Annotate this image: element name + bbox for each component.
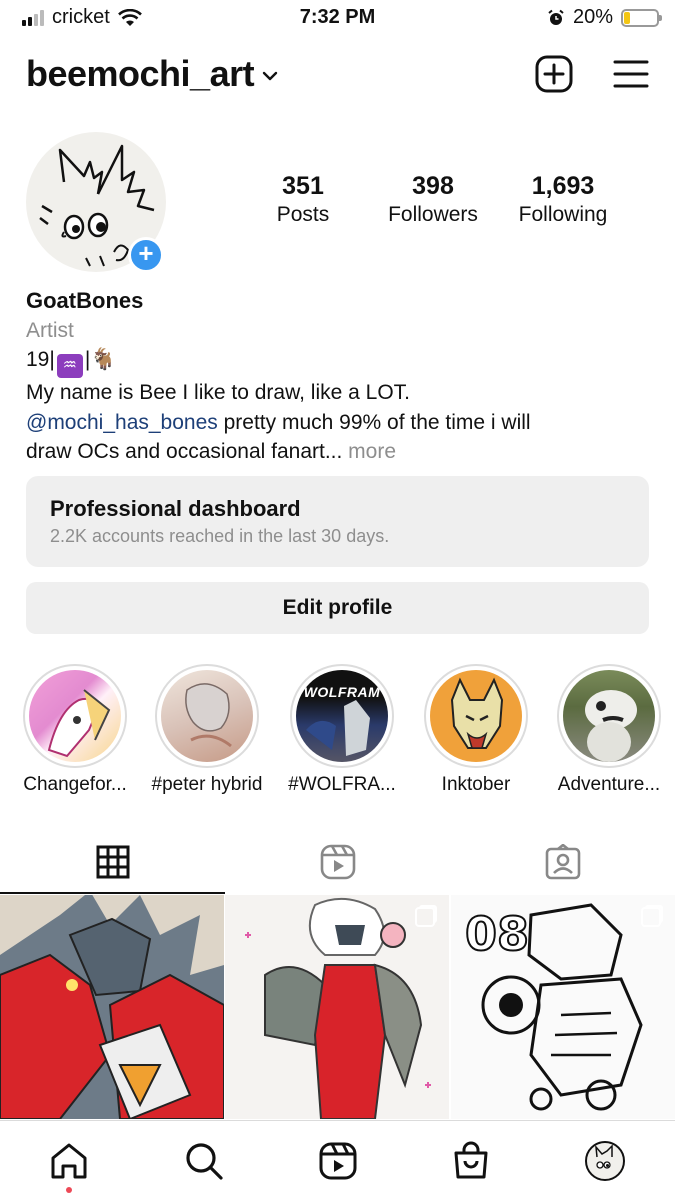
highlight-art: [450, 677, 504, 749]
nav-search[interactable]: [182, 1139, 226, 1183]
profile-stats: 351 Posts 398 Followers 1,693 Following: [240, 172, 640, 227]
highlight-item[interactable]: Changefor...: [8, 664, 142, 796]
reels-icon: [319, 1142, 357, 1180]
post-thumbnail[interactable]: [0, 895, 224, 1119]
post-text: 08: [464, 906, 530, 962]
battery-percent: 20%: [572, 6, 613, 28]
stat-value: 398: [412, 172, 454, 200]
stat-label: Posts: [276, 203, 330, 226]
dashboard-subtitle: 2.2K accounts reached in the last 30 day…: [50, 526, 390, 546]
menu-icon[interactable]: [613, 59, 649, 89]
multiple-photos-icon: [641, 907, 661, 927]
bio-age: 19|: [26, 348, 55, 371]
profile-bio: GoatBones Artist 19| ♒ |🐐 My name is Bee I…: [26, 286, 656, 467]
post-art: [0, 895, 224, 1119]
highlight-art: [306, 700, 370, 756]
tagged-icon: [545, 844, 580, 880]
highlight-item[interactable]: Adventure...: [542, 664, 675, 796]
profile-content-tabs: [0, 830, 675, 894]
highlight-art: [47, 689, 111, 758]
highlight-cover: [29, 670, 121, 762]
stat-followers[interactable]: 398 Followers: [366, 172, 500, 227]
home-icon: [51, 1143, 87, 1179]
display-name: GoatBones: [26, 288, 144, 313]
battery-level: [624, 11, 631, 24]
nav-profile[interactable]: [583, 1139, 627, 1183]
status-right: 20%: [547, 6, 662, 29]
tab-reels[interactable]: [225, 830, 450, 894]
bio-mention-link[interactable]: @mochi_has_bones: [26, 411, 218, 434]
nav-home[interactable]: [47, 1139, 91, 1183]
multiple-photos-icon: [415, 907, 435, 927]
stat-posts[interactable]: 351 Posts: [240, 172, 366, 227]
highlight-art: [585, 690, 637, 762]
bio-line: 19| ♒ |🐐: [26, 345, 656, 378]
bio-text: draw OCs and occasional fanart...: [26, 440, 343, 463]
reels-icon: [320, 844, 355, 880]
status-bar: cricket 7:32 PM 20%: [0, 0, 675, 36]
highlight-label: Changefor...: [23, 774, 127, 795]
bio-text: pretty much 99% of the time i will: [217, 410, 531, 434]
goat-emoji: |🐐: [84, 348, 117, 371]
highlight-label: Adventure...: [557, 774, 661, 795]
highlight-item[interactable]: WOLFRAM #WOLFRA...: [275, 664, 409, 796]
stat-value: 351: [282, 172, 324, 200]
nav-shop[interactable]: [449, 1139, 493, 1183]
post-thumbnail[interactable]: 08: [451, 895, 675, 1119]
chevron-down-icon[interactable]: [262, 70, 278, 82]
story-highlights: Changefor... #peter hybrid WOLFRAM #WOLF…: [0, 664, 675, 804]
stat-value: 1,693: [531, 172, 595, 200]
home-activity-dot: [66, 1187, 72, 1193]
aquarius-emoji: ♒: [56, 354, 83, 378]
shop-icon: [454, 1141, 488, 1179]
highlight-cover: [563, 670, 655, 762]
highlight-label: Inktober: [441, 774, 511, 795]
bio-line: @mochi_has_bones pretty much 99% of the …: [26, 408, 656, 438]
stat-following[interactable]: 1,693 Following: [500, 172, 626, 227]
professional-dashboard-card[interactable]: Professional dashboard 2.2K accounts rea…: [26, 476, 649, 567]
highlight-item[interactable]: Inktober: [409, 664, 543, 796]
avatar-drawing: [595, 1144, 613, 1169]
post-art: [245, 897, 431, 1119]
highlight-item[interactable]: #peter hybrid: [140, 664, 274, 796]
stat-label: Followers: [388, 203, 478, 226]
highlight-cover: [161, 670, 253, 762]
highlight-art: [185, 683, 232, 748]
profile-category: Artist: [26, 318, 74, 342]
dashboard-title: Professional dashboard: [50, 496, 301, 521]
tab-posts-grid[interactable]: [0, 830, 225, 894]
bio-line: My name is Bee I like to draw, like a LO…: [26, 381, 410, 404]
bottom-navigation: [0, 1120, 675, 1200]
add-story-button[interactable]: +: [128, 237, 164, 273]
bio-more-link[interactable]: more: [342, 440, 396, 463]
active-tab-indicator: [0, 892, 225, 894]
bio-line: draw OCs and occasional fanart... more: [26, 437, 656, 467]
profile-avatar: [585, 1141, 625, 1181]
alarm-icon: [548, 9, 564, 25]
search-icon: [186, 1143, 223, 1180]
profile-header: beemochi_art: [26, 52, 649, 96]
tab-tagged[interactable]: [450, 830, 675, 894]
posts-grid: 08: [0, 895, 675, 1119]
highlight-label: #WOLFRA...: [288, 774, 396, 795]
highlight-cover: [430, 670, 522, 762]
highlight-cover: WOLFRAM: [296, 670, 388, 762]
edit-profile-button[interactable]: Edit profile: [26, 582, 649, 634]
nav-reels[interactable]: [316, 1139, 360, 1183]
stat-label: Following: [518, 203, 608, 226]
grid-icon: [96, 845, 129, 879]
highlight-label: #peter hybrid: [151, 774, 263, 795]
post-thumbnail[interactable]: [225, 895, 449, 1119]
account-switcher-username[interactable]: beemochi_art: [26, 53, 255, 95]
battery-icon: [621, 8, 662, 27]
new-post-icon[interactable]: [535, 55, 573, 93]
